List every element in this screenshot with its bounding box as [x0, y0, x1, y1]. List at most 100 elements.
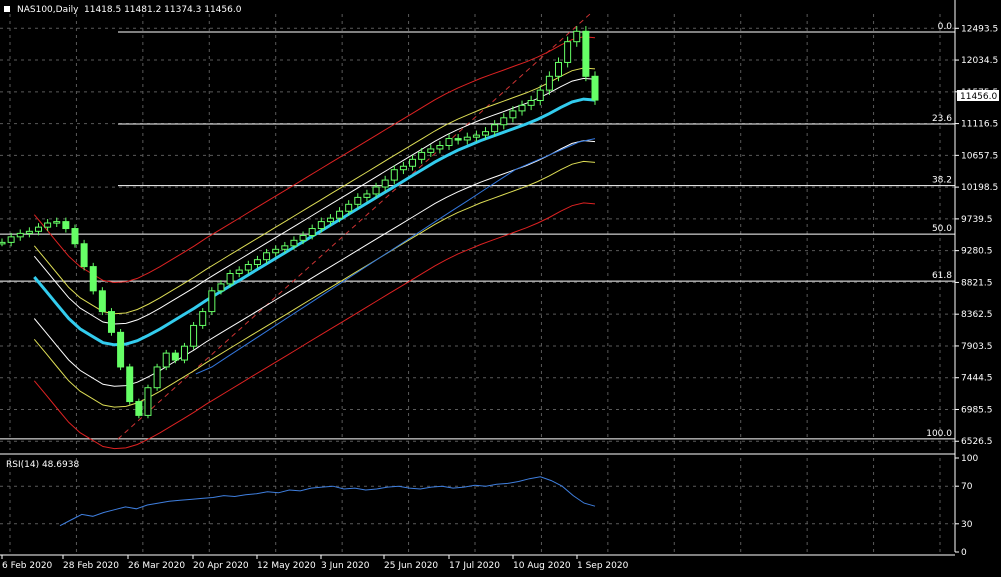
- candle-body: [463, 136, 471, 141]
- candle-body: [573, 30, 581, 43]
- candle-body: [190, 324, 198, 347]
- candle-body: [272, 248, 280, 254]
- candle-body: [135, 401, 143, 416]
- current-price-label: 11456.0: [960, 92, 997, 102]
- candle-body: [381, 179, 389, 188]
- time-tick-label: 25 Jun 2020: [384, 561, 438, 571]
- candle-body: [126, 366, 134, 403]
- rsi-tick-label: 100: [961, 454, 978, 464]
- candle-body: [445, 138, 453, 146]
- time-tick-label: 3 Jun 2020: [321, 561, 370, 571]
- candle-body: [281, 245, 289, 250]
- candle-body: [171, 352, 179, 361]
- candle-body: [509, 110, 517, 119]
- candle-body: [326, 217, 334, 223]
- candle-body: [226, 273, 234, 285]
- rsi-header: RSI(14) 48.6938: [6, 460, 79, 470]
- candle-body: [53, 221, 61, 224]
- candle-body: [336, 210, 344, 219]
- candle-body: [235, 269, 243, 275]
- candle-body: [71, 228, 79, 245]
- candle-body: [217, 283, 225, 292]
- candle-body: [500, 117, 508, 126]
- ohlc-readout: 11418.5 11481.2 11374.3 11456.0: [84, 5, 242, 15]
- price-tick-label: 12034.5: [961, 56, 998, 66]
- rsi-tick-label: 30: [961, 520, 973, 530]
- candle-body: [208, 290, 216, 313]
- symbol-label[interactable]: NAS100,Daily: [17, 5, 79, 15]
- time-tick-label: 6 Feb 2020: [2, 561, 53, 571]
- price-tick-label: 9280.5: [961, 247, 993, 257]
- candle-body: [409, 158, 417, 167]
- candle-body: [363, 193, 371, 198]
- time-tick-label: 12 May 2020: [257, 561, 316, 571]
- price-tick-label: 11116.5: [961, 120, 998, 130]
- candle-body: [162, 352, 170, 368]
- candle-body: [454, 138, 462, 141]
- time-tick-label: 20 Apr 2020: [193, 561, 249, 571]
- candle-body: [390, 169, 398, 181]
- candle-body: [582, 30, 590, 77]
- candle-body: [536, 89, 544, 102]
- fib-label: 100.0: [926, 429, 952, 439]
- fib-label: 23.6: [932, 114, 952, 124]
- candle-body: [244, 264, 252, 271]
- candle-body: [199, 311, 207, 326]
- chart-background: [0, 0, 1001, 577]
- candle-body: [345, 203, 353, 212]
- price-tick-label: 8821.5: [961, 278, 993, 288]
- candle-body: [263, 252, 271, 261]
- candle-body: [107, 311, 115, 333]
- price-tick-label: 6985.5: [961, 405, 993, 415]
- fib-label: 50.0: [932, 224, 952, 234]
- rsi-tick-label: 0: [961, 548, 967, 558]
- candle-body: [317, 221, 325, 230]
- candle-body: [482, 131, 490, 136]
- candle-body: [427, 148, 435, 153]
- candle-body: [144, 387, 152, 416]
- candle-body: [180, 345, 188, 361]
- candle-body: [16, 232, 24, 238]
- candle-body: [98, 290, 106, 313]
- rsi-tick-label: 70: [961, 482, 973, 492]
- price-tick-label: 10657.5: [961, 151, 998, 161]
- candle-body: [153, 366, 161, 389]
- time-tick-label: 26 Mar 2020: [128, 561, 185, 571]
- candle-body: [89, 266, 97, 292]
- candle-body: [527, 100, 535, 106]
- time-tick-label: 17 Jul 2020: [449, 561, 500, 571]
- candle-body: [372, 186, 380, 195]
- candle-body: [117, 331, 125, 368]
- candle-body: [436, 144, 444, 150]
- price-tick-label: 12493.5: [961, 24, 998, 34]
- candle-body: [472, 134, 480, 138]
- candle-body: [399, 165, 407, 171]
- fib-label: 0.0: [938, 22, 953, 32]
- chart-canvas: 0.0 23.6 38.2 50.0 61.8 100.0 12493.5 12034.5 1…: [0, 0, 1001, 577]
- price-tick-label: 9739.5: [961, 215, 993, 225]
- price-tick-label: 7444.5: [961, 374, 993, 384]
- time-tick-label: 28 Feb 2020: [63, 561, 119, 571]
- fib-label: 38.2: [932, 176, 952, 186]
- price-tick-label: 7903.5: [961, 342, 993, 352]
- candle-body: [555, 61, 563, 77]
- candle-body: [80, 243, 88, 268]
- price-tick-label: 8362.5: [961, 310, 993, 320]
- candle-body: [545, 75, 553, 91]
- symbol-dropdown-icon[interactable]: [4, 6, 10, 12]
- candle-body: [44, 222, 52, 228]
- fib-label: 61.8: [932, 271, 952, 281]
- candle-body: [7, 236, 15, 243]
- candle-body: [564, 41, 572, 63]
- candle-body: [491, 124, 499, 133]
- price-tick-label: 6526.5: [961, 437, 993, 447]
- candle-body: [518, 104, 526, 112]
- time-tick-label: 10 Aug 2020: [513, 561, 571, 571]
- candle-body: [253, 259, 261, 266]
- candle-body: [290, 239, 298, 247]
- candle-body: [34, 226, 42, 232]
- candle-body: [308, 228, 316, 236]
- price-tick-label: 10198.5: [961, 183, 998, 193]
- candle-body: [299, 234, 307, 241]
- candle-body: [0, 241, 6, 245]
